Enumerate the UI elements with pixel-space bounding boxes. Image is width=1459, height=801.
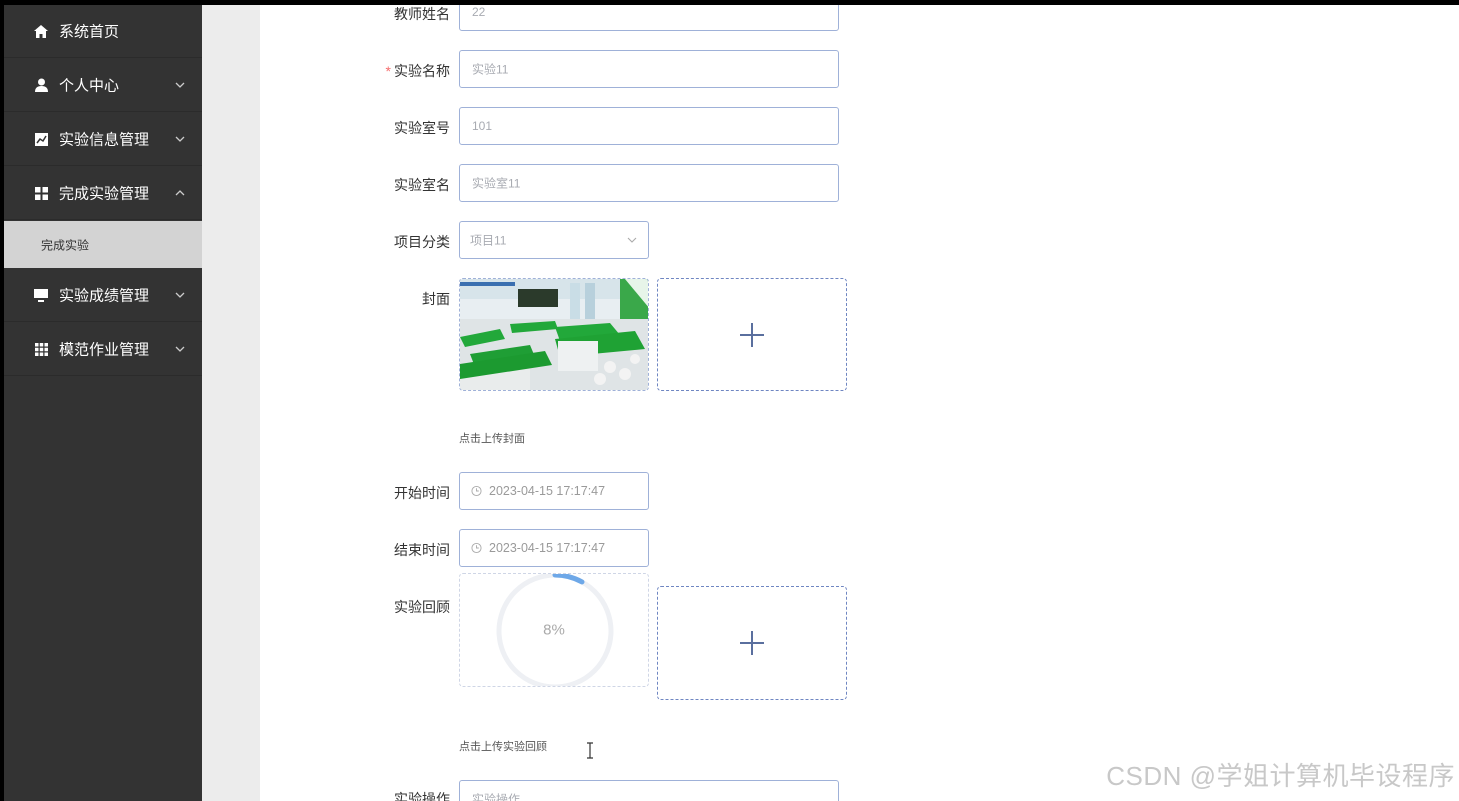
operation-placeholder: 实验操作: [472, 792, 521, 801]
clock-icon: [471, 485, 482, 497]
operation-field[interactable]: 实验操作: [459, 780, 839, 801]
review-label: 实验回顾: [394, 599, 450, 615]
experiment-name-label-text: 实验名称: [394, 63, 450, 79]
end-time-label: 结束时间: [394, 542, 450, 558]
project-category-value: 项目11: [470, 233, 507, 248]
home-icon: [33, 23, 49, 39]
chevron-down-icon: [175, 136, 185, 142]
sidebar-item-completed-experiments[interactable]: 完成实验管理: [4, 167, 202, 220]
start-time-picker[interactable]: 2023-04-15 17:17:47: [459, 472, 649, 510]
sidebar-item-label: 个人中心: [59, 77, 120, 95]
plus-icon: [740, 322, 764, 347]
clock-icon: [471, 542, 482, 554]
monitor-icon: [33, 287, 49, 303]
sidebar-subitem-label: 完成实验: [41, 238, 90, 252]
chevron-down-icon: [175, 82, 185, 88]
chevron-down-icon: [175, 346, 185, 352]
project-category-label: 项目分类: [394, 234, 450, 250]
table-icon: [33, 341, 49, 357]
chevron-up-icon: [175, 190, 185, 196]
end-time-value: 2023-04-15 17:17:47: [489, 541, 606, 555]
teacher-name-label: 教师姓名: [394, 6, 450, 22]
text-cursor-icon: [587, 742, 593, 759]
cover-upload-button[interactable]: [657, 278, 847, 391]
lab-name-placeholder: 实验室11: [472, 176, 521, 191]
review-upload-button[interactable]: [657, 586, 847, 700]
sidebar-item-experiment-info[interactable]: 实验信息管理: [4, 113, 202, 166]
grid-icon: [33, 185, 49, 201]
experiment-name-placeholder: 实验11: [472, 62, 509, 77]
review-upload-progress: 8%: [459, 573, 649, 687]
operation-label: 实验操作: [394, 791, 450, 801]
app-window: 系统首页 个人中心 实验信息管理 完成实验管理 完成实验 实验成绩管理 模范作业…: [0, 5, 1459, 801]
plus-icon: [740, 631, 764, 655]
sidebar-item-home[interactable]: 系统首页: [4, 5, 202, 58]
chevron-down-icon: [175, 292, 185, 298]
lab-classroom-image: [460, 279, 648, 390]
end-time-picker[interactable]: 2023-04-15 17:17:47: [459, 529, 649, 567]
content-gutter: [202, 5, 260, 801]
watermark: CSDN @学姐计算机毕设程序: [1106, 761, 1455, 791]
cover-label: 封面: [422, 291, 450, 307]
teacher-name-field[interactable]: 22: [459, 5, 839, 31]
start-time-value: 2023-04-15 17:17:47: [489, 484, 606, 498]
experiment-name-label: * 实验名称: [350, 61, 450, 81]
chart-icon: [33, 131, 49, 147]
sidebar: 系统首页 个人中心 实验信息管理 完成实验管理 完成实验 实验成绩管理 模范作业…: [4, 5, 202, 801]
sidebar-item-label: 实验信息管理: [59, 131, 150, 149]
sidebar-item-label: 系统首页: [59, 23, 120, 41]
lab-number-value: 101: [472, 119, 493, 133]
cover-upload-hint: 点击上传封面: [459, 433, 525, 445]
sidebar-item-model-homework[interactable]: 模范作业管理: [4, 323, 202, 376]
sidebar-subitem-complete-experiment[interactable]: 完成实验: [4, 221, 202, 268]
progress-percent: 8%: [543, 621, 565, 639]
user-icon: [33, 77, 49, 93]
cover-image-thumbnail[interactable]: [459, 278, 649, 391]
experiment-name-field[interactable]: 实验11: [459, 50, 839, 88]
chevron-down-icon: [627, 237, 637, 243]
required-mark: *: [385, 63, 391, 79]
sidebar-item-experiment-scores[interactable]: 实验成绩管理: [4, 269, 202, 322]
sidebar-item-label: 模范作业管理: [59, 341, 150, 359]
review-upload-hint: 点击上传实验回顾: [459, 741, 547, 753]
sidebar-item-profile[interactable]: 个人中心: [4, 59, 202, 112]
start-time-label: 开始时间: [394, 485, 450, 501]
teacher-name-value: 22: [472, 5, 486, 19]
lab-name-label: 实验室名: [394, 177, 450, 193]
lab-number-field[interactable]: 101: [459, 107, 839, 145]
sidebar-item-label: 完成实验管理: [59, 185, 150, 203]
sidebar-item-label: 实验成绩管理: [59, 287, 150, 305]
lab-number-label: 实验室号: [394, 120, 450, 136]
lab-name-field[interactable]: 实验室11: [459, 164, 839, 202]
project-category-select[interactable]: 项目11: [459, 221, 649, 259]
